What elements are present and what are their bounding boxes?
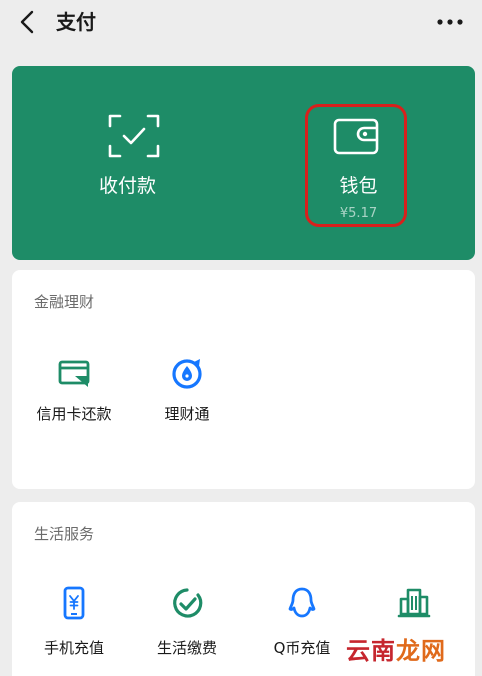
receive-pay-button[interactable]: 收付款 [12, 66, 243, 260]
receive-pay-label: 收付款 [98, 175, 156, 197]
life-section-title: 生活服务 [34, 525, 95, 543]
watermark: 云南龙网 [344, 634, 456, 670]
credit-card-repay-button[interactable]: 信用卡还款 [14, 356, 134, 436]
wallet-highlight-box [305, 104, 407, 227]
utility-payment-button[interactable]: 生活缴费 [127, 586, 247, 666]
utility-payment-label: 生活缴费 [156, 639, 217, 657]
qq-penguin-icon [288, 587, 316, 618]
finance-section-title: 金融理财 [34, 293, 95, 311]
credit-card-repay-label: 信用卡还款 [36, 405, 112, 423]
mobile-topup-label: 手机充值 [43, 639, 104, 657]
credit-card-icon [58, 360, 90, 387]
watermark-part1: 云南 [346, 637, 396, 665]
check-circle-icon [173, 588, 203, 618]
chevron-left-icon [20, 10, 34, 34]
city-building-icon [397, 588, 431, 618]
wealth-drop-icon [172, 359, 202, 389]
finance-section: 金融理财 信用卡还款 理财通 [12, 270, 475, 489]
scan-check-icon [108, 114, 160, 158]
wealth-label: 理财通 [164, 405, 210, 423]
more-button[interactable] [434, 10, 466, 34]
nav-bar: 支付 [0, 0, 482, 46]
back-button[interactable] [14, 8, 42, 36]
ellipsis-icon [437, 19, 463, 25]
watermark-text: 云南龙网 [346, 636, 446, 666]
mobile-topup-button[interactable]: 手机充值 [14, 586, 134, 666]
page-title: 支付 [56, 10, 96, 34]
phone-yen-icon [63, 586, 85, 620]
wealth-button[interactable]: 理财通 [127, 356, 247, 436]
watermark-part2: 龙网 [396, 637, 446, 665]
